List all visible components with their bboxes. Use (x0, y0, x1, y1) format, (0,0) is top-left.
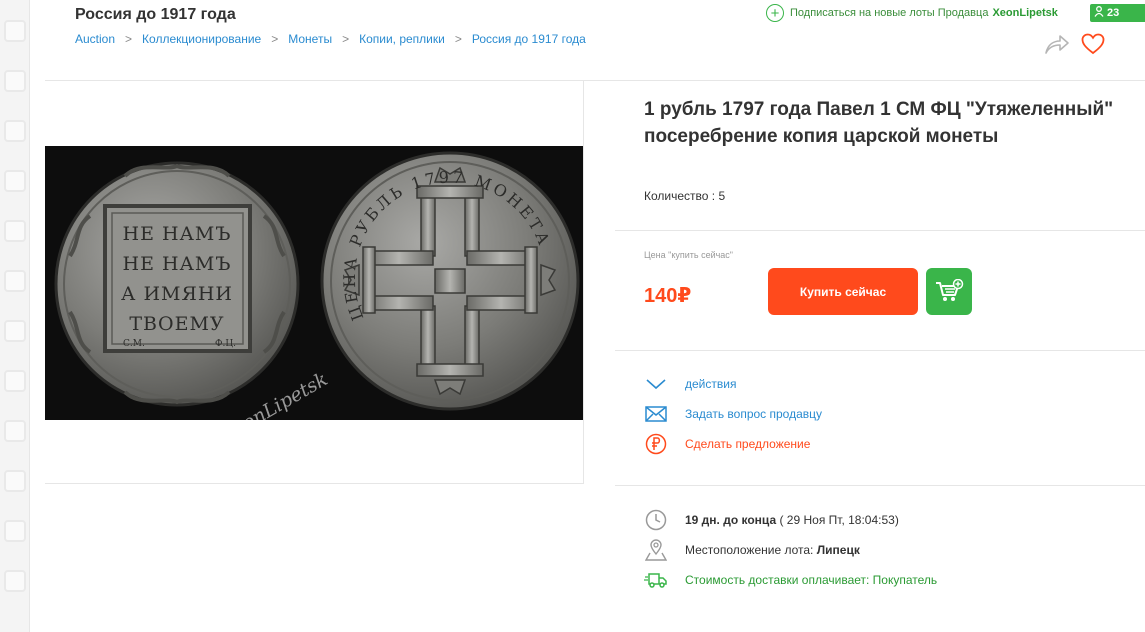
shipping-label: Стоимость доставки оплачивает: Покупател… (685, 573, 938, 587)
share-icon[interactable] (1044, 33, 1070, 55)
make-offer-link[interactable]: Сделать предложение (644, 433, 810, 455)
shipping-info: Стоимость доставки оплачивает: Покупател… (644, 568, 937, 592)
ask-seller-label[interactable]: Задать вопрос продавцу (685, 407, 822, 421)
ask-seller-link[interactable]: Задать вопрос продавцу (644, 403, 822, 425)
seller-rating-badge[interactable]: 23 (1090, 4, 1145, 22)
obverse-mark-right: Ф.Ц. (215, 339, 236, 349)
quantity: Количество : 5 (644, 189, 726, 203)
end-date: ( 29 Ноя Пт, 18:04:53) (779, 513, 899, 527)
quantity-label: Количество (644, 189, 709, 203)
price-value: 140₽ (644, 285, 692, 307)
user-icon (1094, 6, 1104, 20)
lot-title: 1 рубль 1797 года Павел 1 СМ ФЦ "Утяжеле… (644, 99, 1114, 147)
lot-image[interactable]: НЕ НАМЪ НЕ НАМЪ А ИМЯНИ ТВОЕМУ С.М. Ф.Ц. (45, 146, 583, 420)
obverse-line-4: ТВОЕМУ (129, 313, 224, 335)
map-pin-icon (644, 538, 668, 562)
subscribe-seller-link[interactable]: + Подписаться на новые лоты Продавца Xeo… (766, 4, 1058, 22)
location-label: Местоположение лота: (685, 543, 814, 557)
time-left: 19 дн. до конца ( 29 Ноя Пт, 18:04:53) (644, 508, 899, 532)
quantity-value: 5 (718, 189, 726, 203)
buy-now-button[interactable]: Купить сейчас (768, 268, 918, 315)
breadcrumb-collecting[interactable]: Коллекционирование (142, 32, 261, 46)
lot-location: Местоположение лота: Липецк (644, 538, 860, 562)
chevron-down-icon (644, 373, 668, 395)
breadcrumb-russia-1917[interactable]: Россия до 1917 года (472, 32, 586, 46)
breadcrumb: Auction > Коллекционирование > Монеты > … (75, 32, 586, 46)
seller-name[interactable]: XeonLipetsk (992, 7, 1057, 19)
divider (615, 485, 1145, 486)
seller-rating-value: 23 (1107, 7, 1120, 19)
breadcrumb-coins[interactable]: Монеты (288, 32, 332, 46)
obverse-line-3: А ИМЯНИ (121, 283, 233, 305)
delivery-truck-icon (644, 568, 668, 592)
page-title: Россия до 1917 года (75, 6, 236, 23)
actions-label[interactable]: действия (685, 377, 736, 391)
coin-reverse: ЦЕНА РУБЛЬ 1797 МОНЕТА (320, 151, 580, 411)
make-offer-label[interactable]: Сделать предложение (685, 437, 810, 451)
obverse-line-1: НЕ НАМЪ (123, 223, 232, 245)
obverse-mark-left: С.М. (123, 339, 145, 349)
coin-obverse: НЕ НАМЪ НЕ НАМЪ А ИМЯНИ ТВОЕМУ С.М. Ф.Ц. (54, 161, 300, 407)
breadcrumb-auction[interactable]: Auction (75, 32, 115, 46)
obverse-line-2: НЕ НАМЪ (123, 253, 232, 275)
breadcrumb-separator: > (454, 32, 462, 46)
breadcrumb-separator: > (125, 32, 133, 46)
ruble-icon (644, 433, 668, 455)
clock-icon (644, 508, 668, 532)
actions-menu[interactable]: действия (644, 373, 736, 395)
location-value: Липецк (816, 543, 860, 557)
breadcrumb-separator: > (342, 32, 350, 46)
cart-plus-icon (936, 278, 964, 301)
add-to-cart-button[interactable] (926, 268, 972, 315)
breadcrumb-replicas[interactable]: Копии, реплики (359, 32, 445, 46)
left-decorative-strip (0, 0, 30, 632)
subscribe-label: Подписаться на новые лоты Продавца (790, 7, 989, 19)
breadcrumb-separator: > (271, 32, 279, 46)
mail-icon (644, 403, 668, 425)
divider (615, 350, 1145, 351)
price-label: Цена "купить сейчас" (644, 250, 734, 260)
divider (615, 230, 1145, 231)
plus-circle-icon: + (766, 4, 784, 22)
time-left-value: 19 дн. до конца (685, 513, 777, 527)
favorite-heart-icon[interactable] (1081, 33, 1105, 55)
